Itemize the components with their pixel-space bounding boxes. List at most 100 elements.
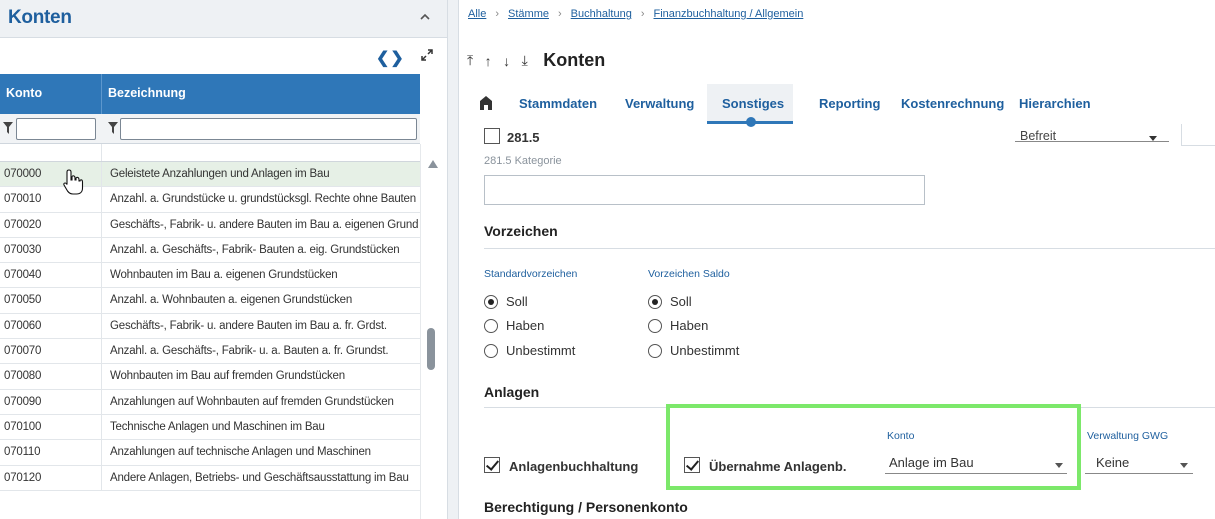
tab-content: 281.5 Befreit 281.5 Kategorie Vorzeichen… (459, 124, 1215, 519)
gwg-label: Verwaltung GWG (1087, 430, 1169, 442)
caret-down-icon[interactable] (1180, 463, 1188, 468)
radio-label: Unbestimmt (670, 343, 740, 358)
next-record-icon[interactable]: ↓ (503, 53, 510, 69)
tab-sonstiges[interactable]: Sonstiges (722, 96, 784, 111)
expand-icon[interactable] (420, 48, 434, 62)
cell-konto: 070080 (4, 370, 42, 383)
scroll-up-icon[interactable] (428, 160, 438, 168)
uebernahme-label: Übernahme Anlagenb. (709, 459, 847, 474)
radio-saldo-haben[interactable] (648, 319, 662, 333)
account-detail-panel: Alle › Stämme › Buchhaltung › Finanzbuchhaltun… (459, 0, 1215, 519)
cell-bezeichnung: Wohnbauten im Bau auf fremden Grundstück… (110, 370, 345, 383)
anlagenbuchhaltung-label: Anlagenbuchhaltung (509, 459, 639, 474)
column-divider (101, 440, 102, 465)
radio-standard-haben[interactable] (484, 319, 498, 333)
breadcrumb-item-buchhaltung[interactable]: Buchhaltung (571, 8, 632, 20)
last-record-icon[interactable]: ⤓ (522, 52, 528, 69)
uebernahme-checkbox[interactable] (684, 457, 700, 473)
radio-label: Soll (670, 294, 692, 309)
radio-saldo-unbestimmt[interactable] (648, 344, 662, 358)
checkbox-2815[interactable] (484, 128, 500, 144)
home-icon[interactable] (480, 96, 492, 110)
radio-label: Haben (670, 318, 709, 333)
cell-konto: 070040 (4, 269, 42, 282)
cell-konto: 070070 (4, 345, 42, 358)
radio-label: Unbestimmt (506, 343, 576, 358)
panel-title: Konten (8, 7, 72, 28)
filter-icon[interactable] (3, 122, 13, 134)
column-header-konto[interactable]: Konto (6, 86, 42, 100)
table-row[interactable]: 070100 Technische Anlagen und Maschinen i… (0, 414, 420, 441)
cell-konto: 070050 (4, 294, 42, 307)
radio-label: Soll (506, 294, 528, 309)
filter-input-konto[interactable] (16, 118, 96, 140)
first-record-icon[interactable]: ⤒ (467, 52, 473, 69)
table-row[interactable]: 070060 Geschäfts-, Fabrik- u. andere Baut… (0, 313, 420, 340)
table-row[interactable]: 070080 Wohnbauten im Bau auf fremden Grun… (0, 364, 420, 390)
panel-splitter[interactable] (447, 0, 459, 519)
highlight-frame (666, 404, 1081, 490)
caret-down-icon[interactable] (1149, 136, 1157, 141)
column-divider[interactable] (101, 74, 102, 114)
column-divider (101, 313, 102, 339)
breadcrumb: Alle › Stämme › Buchhaltung › Finanzbuchhaltun… (468, 8, 803, 20)
previous-record-icon[interactable]: ↑ (485, 53, 492, 69)
section-title-vorzeichen: Vorzeichen (484, 223, 558, 239)
caret-down-icon[interactable] (1055, 463, 1063, 468)
table-row-partial[interactable] (0, 144, 420, 162)
column-divider (101, 414, 102, 440)
column-divider (101, 162, 102, 187)
anlagenbuchhaltung-checkbox[interactable] (484, 457, 500, 473)
checkbox-2815-label: 281.5 (507, 130, 540, 145)
table-row[interactable]: 070070 Anzahl. a. Geschäfts-, Fabrik- u. … (0, 339, 420, 365)
section-divider (484, 248, 1215, 249)
tab-verwaltung[interactable]: Verwaltung (625, 96, 694, 111)
table-row[interactable]: 070020 Geschäfts-, Fabrik- u. andere Baut… (0, 212, 420, 238)
tab-hierarchien[interactable]: Hierarchien (1019, 96, 1091, 111)
table-row[interactable]: 070030 Anzahl. a. Geschäfts-, Fabrik- Bau… (0, 237, 420, 264)
radio-standard-soll[interactable] (484, 295, 498, 309)
column-divider (101, 263, 102, 288)
scrollbar-thumb[interactable] (427, 328, 435, 370)
filter-input-bezeichnung[interactable] (120, 118, 417, 140)
table-row[interactable]: 070090 Anzahlungen auf Wohnbauten auf fre… (0, 389, 420, 415)
hand-pointer-icon (63, 169, 84, 195)
breadcrumb-item-staemme[interactable]: Stämme (508, 8, 549, 20)
vorzeichen-saldo-label: Vorzeichen Saldo (648, 268, 730, 280)
radio-saldo-soll[interactable] (648, 295, 662, 309)
table-row[interactable]: 070110 Anzahlungen auf technische Anlagen… (0, 440, 420, 466)
column-divider (101, 212, 102, 237)
cell-konto: 070030 (4, 243, 42, 256)
title-row: ⤒ ↑ ↓ ⤓ Konten (467, 50, 605, 74)
breadcrumb-separator: › (557, 8, 562, 20)
breadcrumb-item-finanzbuchhaltung[interactable]: Finanzbuchhaltung / Allgemein (654, 8, 804, 20)
tab-kostenrechnung[interactable]: Kostenrechnung (901, 96, 1004, 111)
tab-stammdaten[interactable]: Stammdaten (519, 96, 597, 111)
cell-bezeichnung: Anzahl. a. Grundstücke u. grundstücksgl.… (110, 193, 416, 206)
cell-konto: 070110 (4, 446, 41, 459)
konto-dropdown-value: Anlage im Bau (889, 455, 974, 470)
radio-standard-unbestimmt[interactable] (484, 344, 498, 358)
prev-next-icon[interactable]: ❮❯ (376, 48, 405, 68)
table-row[interactable]: 070050 Anzahl. a. Wohnbauten a. eigenen G… (0, 288, 420, 314)
column-divider (101, 144, 102, 161)
cell-konto: 070060 (4, 319, 42, 332)
accounts-table-body: 070000 Geleistete Anzahlungen und Anlagen… (0, 144, 420, 491)
cell-bezeichnung: Anzahl. a. Geschäfts-, Fabrik- u. a. Bau… (110, 345, 389, 358)
section-title-berechtigung: Berechtigung / Personenkonto (484, 499, 688, 515)
tab-reporting[interactable]: Reporting (819, 96, 880, 111)
cell-bezeichnung: Wohnbauten im Bau a. eigenen Grundstücke… (110, 269, 338, 282)
table-row[interactable]: 070120 Andere Anlagen, Betriebs- und Gesc… (0, 465, 420, 491)
table-row[interactable]: 070040 Wohnbauten im Bau a. eigenen Grund… (0, 263, 420, 289)
radio-label: Haben (506, 318, 545, 333)
column-header-bezeichnung[interactable]: Bezeichnung (108, 86, 186, 100)
breadcrumb-item-alle[interactable]: Alle (468, 8, 486, 20)
filter-row (0, 114, 420, 144)
adjacent-field[interactable] (1181, 124, 1215, 146)
kategorie-input[interactable] (484, 175, 925, 205)
filter-icon[interactable] (108, 122, 118, 134)
standardvorzeichen-label: Standardvorzeichen (484, 268, 578, 280)
cell-bezeichnung: Anzahlungen auf technische Anlagen und M… (110, 446, 371, 459)
cell-konto: 070120 (4, 471, 42, 484)
chevron-up-icon[interactable] (418, 10, 432, 24)
